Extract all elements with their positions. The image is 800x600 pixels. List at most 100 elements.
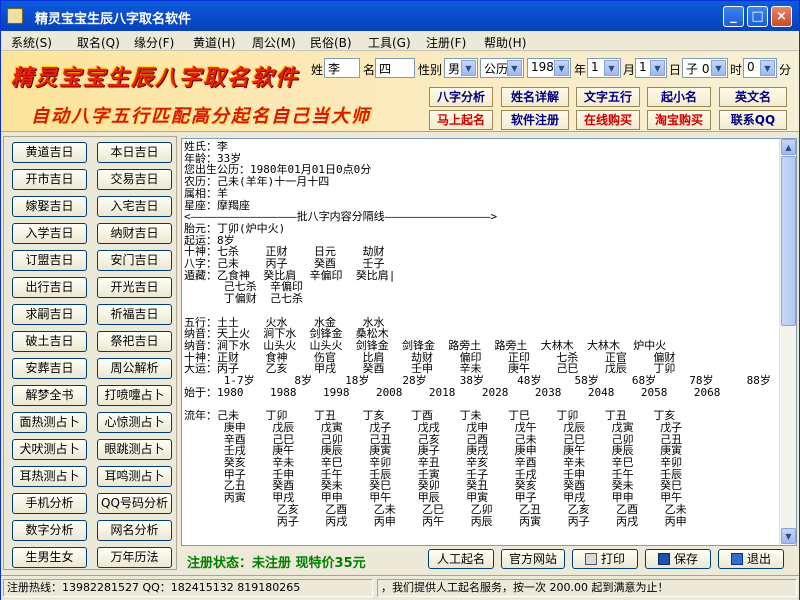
- jisi-button[interactable]: 祭祀吉日: [97, 331, 172, 352]
- manual-naming-button[interactable]: 人工起名: [428, 549, 494, 569]
- contact-qq-button[interactable]: 联系QQ: [719, 110, 787, 130]
- shouji-button[interactable]: 手机分析: [12, 493, 87, 514]
- vertical-scrollbar[interactable]: ▲ ▼: [779, 139, 796, 545]
- chevron-down-icon: ▼: [554, 60, 569, 76]
- qqhao-button[interactable]: QQ号码分析: [97, 493, 172, 514]
- hour-label: 时: [730, 63, 743, 77]
- wannianli-button[interactable]: 万年历法: [97, 547, 172, 568]
- ruzhai-button[interactable]: 入宅吉日: [97, 196, 172, 217]
- given-name-label: 名: [363, 63, 376, 77]
- bazi-analysis-button[interactable]: 八字分析: [429, 87, 493, 107]
- calendar-select[interactable]: 公历 ▼: [480, 58, 524, 78]
- day-value: 1: [639, 60, 647, 74]
- register-status: 注册状态：未注册 现特价35元: [187, 556, 366, 571]
- qifu-button[interactable]: 祈福吉日: [97, 304, 172, 325]
- ruxue-button[interactable]: 入学吉日: [12, 223, 87, 244]
- gender-select[interactable]: 男 ▼: [444, 58, 478, 78]
- scroll-up-icon[interactable]: ▲: [781, 139, 796, 155]
- kaiguang-button[interactable]: 开光吉日: [97, 277, 172, 298]
- exit-button[interactable]: 退出: [718, 549, 784, 569]
- scroll-down-icon[interactable]: ▼: [781, 528, 796, 544]
- menu-system[interactable]: 系统(S): [11, 34, 52, 51]
- menu-register[interactable]: 注册(F): [426, 34, 466, 51]
- name-now-button[interactable]: 马上起名: [429, 110, 493, 130]
- minimize-button[interactable]: _: [723, 6, 744, 27]
- banner: 精灵宝宝生辰八字取名软件 自动八字五行匹配高分起名自己当大师 姓 李 名 四 性…: [1, 52, 799, 132]
- minute-label: 分: [779, 63, 792, 77]
- nickname-button[interactable]: 起小名: [647, 87, 711, 107]
- gender-value: 男: [448, 62, 461, 76]
- print-button[interactable]: 打印: [572, 549, 638, 569]
- month-select[interactable]: 1 ▼: [587, 58, 621, 78]
- status-bar: 注册热线：13982281527 QQ：182415132 819180265 …: [1, 575, 799, 600]
- wangming-button[interactable]: 网名分析: [97, 520, 172, 541]
- chevron-down-icon: ▼: [650, 60, 665, 76]
- exit-door-icon: [730, 553, 743, 565]
- erming-button[interactable]: 耳鸣测占卜: [97, 466, 172, 487]
- erre-button[interactable]: 耳热测占卜: [12, 466, 87, 487]
- menu-help[interactable]: 帮助(H): [484, 34, 526, 51]
- save-button[interactable]: 保存: [645, 549, 711, 569]
- hour-select[interactable]: 子 0 ▼: [682, 58, 728, 78]
- chevron-down-icon: ▼: [507, 60, 522, 76]
- menu-zhougong[interactable]: 周公(M): [252, 34, 296, 51]
- surname-label: 姓: [311, 63, 324, 77]
- chevron-down-icon: ▼: [760, 60, 775, 76]
- nacai-button[interactable]: 纳财吉日: [97, 223, 172, 244]
- save-label: 保存: [673, 552, 698, 566]
- jiaqu-button[interactable]: 嫁娶吉日: [12, 196, 87, 217]
- buy-online-button[interactable]: 在线购买: [576, 110, 640, 130]
- taobao-buy-button[interactable]: 淘宝购买: [647, 110, 711, 130]
- anzang-button[interactable]: 安葬吉日: [12, 358, 87, 379]
- anmen-button[interactable]: 安门吉日: [97, 250, 172, 271]
- shuzi-button[interactable]: 数字分析: [12, 520, 87, 541]
- exit-label: 退出: [746, 552, 771, 566]
- word-wuxing-button[interactable]: 文字五行: [576, 87, 640, 107]
- chuxing-button[interactable]: 出行吉日: [12, 277, 87, 298]
- kaishi-button[interactable]: 开市吉日: [12, 169, 87, 190]
- name-detail-button[interactable]: 姓名详解: [501, 87, 569, 107]
- title-bar[interactable]: 精灵宝宝生辰八字取名软件 _ □ ×: [1, 1, 799, 31]
- result-text: 姓氏：李 年龄：33岁 您出生公历：1980年01月01日0点0分 农历：己未(…: [184, 141, 771, 528]
- year-select[interactable]: 1980 ▼: [527, 58, 571, 78]
- result-textarea[interactable]: 姓氏：李 年龄：33岁 您出生公历：1980年01月01日0点0分 农历：己未(…: [181, 138, 797, 546]
- dingmeng-button[interactable]: 订盟吉日: [12, 250, 87, 271]
- xinjing-button[interactable]: 心惊测占卜: [97, 412, 172, 433]
- app-icon: [7, 8, 23, 24]
- minute-select[interactable]: 0 ▼: [743, 58, 777, 78]
- month-label: 月: [623, 63, 636, 77]
- menu-tools[interactable]: 工具(G): [368, 34, 411, 51]
- menu-fate[interactable]: 缘分(F): [134, 34, 174, 51]
- benri-button[interactable]: 本日吉日: [97, 142, 172, 163]
- banner-subtitle: 自动八字五行匹配高分起名自己当大师: [31, 106, 371, 127]
- yantiao-button[interactable]: 眼跳测占卜: [97, 439, 172, 460]
- official-site-button[interactable]: 官方网站: [501, 549, 565, 569]
- close-button[interactable]: ×: [771, 6, 792, 27]
- shengnan-button[interactable]: 生男生女: [12, 547, 87, 568]
- quanfei-button[interactable]: 犬吠测占卜: [12, 439, 87, 460]
- english-name-button[interactable]: 英文名: [719, 87, 787, 107]
- menu-bar: 系统(S) 取名(Q) 缘分(F) 黄道(H) 周公(M) 民俗(B) 工具(G…: [1, 31, 799, 51]
- penti-button[interactable]: 打喷嚏占卜: [97, 385, 172, 406]
- surname-input[interactable]: 李: [324, 58, 360, 78]
- zhougong-button[interactable]: 周公解析: [97, 358, 172, 379]
- qiusi-button[interactable]: 求嗣吉日: [12, 304, 87, 325]
- print-label: 打印: [600, 552, 625, 566]
- chevron-down-icon: ▼: [604, 60, 619, 76]
- left-button-panel: 黄道吉日 本日吉日 开市吉日 交易吉日 嫁娶吉日 入宅吉日 入学吉日 纳财吉日 订盟吉日 安门吉日…: [3, 136, 177, 570]
- mianre-button[interactable]: 面热测占卜: [12, 412, 87, 433]
- jiemeng-button[interactable]: 解梦全书: [12, 385, 87, 406]
- given-name-input[interactable]: 四: [375, 58, 415, 78]
- potu-button[interactable]: 破土吉日: [12, 331, 87, 352]
- huangdao-button[interactable]: 黄道吉日: [12, 142, 87, 163]
- menu-huangdao[interactable]: 黄道(H): [193, 34, 235, 51]
- jiaoyi-button[interactable]: 交易吉日: [97, 169, 172, 190]
- scroll-thumb[interactable]: [781, 156, 796, 326]
- day-select[interactable]: 1 ▼: [635, 58, 667, 78]
- year-label: 年: [574, 63, 587, 77]
- menu-folk[interactable]: 民俗(B): [310, 34, 352, 51]
- menu-naming[interactable]: 取名(Q): [77, 34, 120, 51]
- software-register-button[interactable]: 软件注册: [501, 110, 569, 130]
- maximize-button[interactable]: □: [747, 6, 768, 27]
- banner-title: 精灵宝宝生辰八字取名软件: [11, 66, 300, 91]
